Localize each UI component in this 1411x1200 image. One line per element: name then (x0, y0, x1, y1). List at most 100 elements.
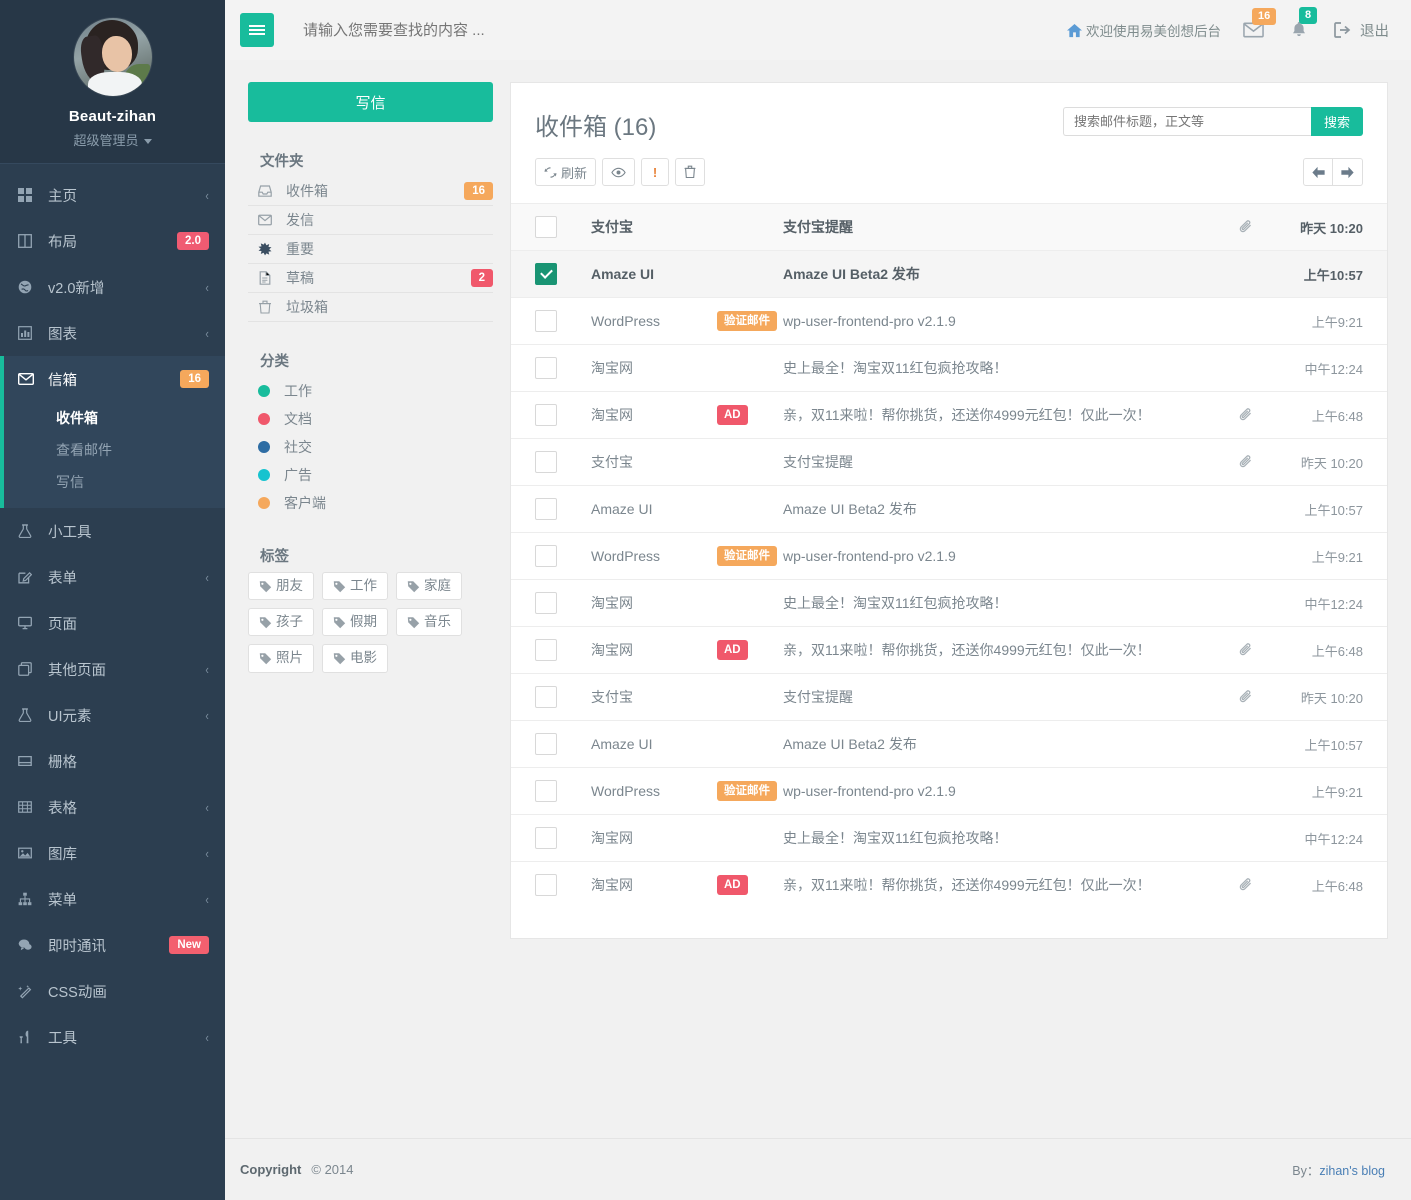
folder-item-3[interactable]: 草稿 2 (248, 264, 493, 293)
sidebar-item-2[interactable]: v2.0新增 ‹ (0, 264, 225, 310)
sidebar-subitem-0[interactable]: 收件箱 (0, 402, 225, 434)
mark-important-button[interactable]: ! (641, 158, 670, 186)
sidebar-item-0[interactable]: 主页 ‹ (0, 172, 225, 218)
chevron-left-icon: ‹ (205, 799, 209, 815)
mail-row-checkbox[interactable] (535, 827, 557, 849)
mail-row-checkbox[interactable] (535, 686, 557, 708)
sidebar-item-7[interactable]: 页面 (0, 600, 225, 646)
tag-item-1[interactable]: 工作 (322, 572, 388, 601)
messages-button[interactable]: 16 (1243, 8, 1277, 38)
welcome-message: 欢迎使用易美创想后台 (1067, 20, 1221, 40)
grid-layout-icon (18, 754, 40, 768)
sidebar-item-1[interactable]: 布局 2.0 (0, 218, 225, 264)
category-item-4[interactable]: 客户端 (248, 489, 493, 517)
category-item-2[interactable]: 社交 (248, 433, 493, 461)
mail-row[interactable]: WordPress 验证邮件 wp-user-frontend-pro v2.1.9… (511, 767, 1387, 814)
mail-row-checkbox[interactable] (535, 545, 557, 567)
tag-item-0[interactable]: 朋友 (248, 572, 314, 601)
compose-button[interactable]: 写信 (248, 82, 493, 122)
sidebar-item-13[interactable]: 菜单 ‹ (0, 876, 225, 922)
columns-icon (18, 234, 40, 248)
mail-row-checkbox[interactable] (535, 451, 557, 473)
mail-row-checkbox[interactable] (535, 874, 557, 896)
mail-row-checkbox[interactable] (535, 216, 557, 238)
sidebar-item-6[interactable]: 表单 ‹ (0, 554, 225, 600)
mail-row[interactable]: 淘宝网 AD 亲，双11来啦！帮你挑货，还送你4999元红包！仅此一次！ 上午6:48 (511, 391, 1387, 438)
messages-badge: 16 (1252, 8, 1277, 26)
mail-row-checkbox[interactable] (535, 498, 557, 520)
mail-subject: 史上最全！淘宝双11红包疯抢攻略！ (783, 595, 1008, 611)
mail-row[interactable]: WordPress 验证邮件 wp-user-frontend-pro v2.1.9… (511, 297, 1387, 344)
mail-row[interactable]: 支付宝 支付宝提醒 昨天 10:20 (511, 203, 1387, 250)
mail-row-checkbox[interactable] (535, 639, 557, 661)
mail-row-checkbox[interactable] (535, 733, 557, 755)
refresh-button[interactable]: 刷新 (535, 158, 597, 186)
search-input[interactable] (274, 21, 1067, 39)
tag-icon (407, 580, 420, 593)
mail-time: 中午12:24 (1304, 361, 1363, 377)
mail-row[interactable]: 淘宝网 AD 亲，双11来啦！帮你挑货，还送你4999元红包！仅此一次！ 上午6:48 (511, 861, 1387, 908)
mail-row[interactable]: Amaze UI Amaze UI Beta2 发布 上午10:57 (511, 485, 1387, 532)
tag-item-6[interactable]: 照片 (248, 644, 314, 673)
mail-sender: 淘宝网 (591, 877, 633, 893)
category-item-1[interactable]: 文档 (248, 405, 493, 433)
folder-item-1[interactable]: 发信 (248, 206, 493, 235)
mail-row[interactable]: 淘宝网 史上最全！淘宝双11红包疯抢攻略！ 中午12:24 (511, 814, 1387, 861)
folder-item-4[interactable]: 垃圾箱 (248, 293, 493, 322)
sidebar-subitem-2[interactable]: 写信 (0, 466, 225, 498)
eye-icon (611, 167, 626, 178)
logout-button[interactable]: 退出 (1334, 20, 1389, 41)
sidebar-user-block[interactable]: Beaut-zihan 超级管理员 (0, 0, 225, 164)
tag-item-2[interactable]: 家庭 (396, 572, 462, 601)
notifications-button[interactable]: 8 (1290, 7, 1318, 39)
mark-read-button[interactable] (602, 158, 636, 186)
sidebar-item-10[interactable]: 栅格 (0, 738, 225, 784)
tag-item-3[interactable]: 孩子 (248, 608, 314, 637)
sidebar-item-15[interactable]: CSS动画 (0, 968, 225, 1014)
mail-panel-header: 收件箱 (16) 搜索 刷新 (511, 83, 1387, 186)
sidebar-subitem-1[interactable]: 查看邮件 (0, 434, 225, 466)
mail-row[interactable]: 支付宝 支付宝提醒 昨天 10:20 (511, 673, 1387, 720)
sidebar-user-role[interactable]: 超级管理员 (0, 130, 225, 149)
mail-search-input[interactable] (1062, 107, 1311, 136)
mail-row[interactable]: Amaze UI Amaze UI Beta2 发布 上午10:57 (511, 720, 1387, 767)
sidebar-item-5[interactable]: 小工具 (0, 508, 225, 554)
mail-row-checkbox[interactable] (535, 404, 557, 426)
folder-item-2[interactable]: 重要 (248, 235, 493, 264)
mail-row[interactable]: Amaze UI Amaze UI Beta2 发布 上午10:57 (511, 250, 1387, 297)
mail-row[interactable]: 淘宝网 AD 亲，双11来啦！帮你挑货，还送你4999元红包！仅此一次！ 上午6:48 (511, 626, 1387, 673)
main-area: 欢迎使用易美创想后台 16 8 (225, 0, 1411, 1200)
mail-row[interactable]: 淘宝网 史上最全！淘宝双11红包疯抢攻略！ 中午12:24 (511, 579, 1387, 626)
sidebar-item-9[interactable]: UI元素 ‹ (0, 692, 225, 738)
mail-search-button[interactable]: 搜索 (1310, 107, 1363, 136)
tag-item-5[interactable]: 音乐 (396, 608, 462, 637)
mail-attachment-cell (1233, 643, 1259, 657)
next-page-button[interactable] (1333, 158, 1363, 186)
sidebar-submenu: 收件箱 查看邮件 写信 (0, 402, 225, 508)
sidebar-item-8[interactable]: 其他页面 ‹ (0, 646, 225, 692)
mail-row-checkbox[interactable] (535, 780, 557, 802)
sidebar-item-4[interactable]: 信箱 16 (0, 356, 225, 402)
sidebar-item-11[interactable]: 表格 ‹ (0, 784, 225, 830)
mail-row-checkbox[interactable] (535, 592, 557, 614)
author-link[interactable]: zihan's blog (1319, 1164, 1385, 1178)
sidebar-item-12[interactable]: 图库 ‹ (0, 830, 225, 876)
delete-button[interactable] (675, 158, 706, 186)
mail-row[interactable]: WordPress 验证邮件 wp-user-frontend-pro v2.1.9… (511, 532, 1387, 579)
mail-row-checkbox[interactable] (535, 310, 557, 332)
mail-row[interactable]: 淘宝网 史上最全！淘宝双11红包疯抢攻略！ 中午12:24 (511, 344, 1387, 391)
mail-row-checkbox[interactable] (535, 263, 557, 285)
folder-item-0[interactable]: 收件箱 16 (248, 177, 493, 206)
sidebar-item-14[interactable]: 即时通讯 New (0, 922, 225, 968)
sidebar-item-16[interactable]: 工具 ‹ (0, 1014, 225, 1060)
category-label: 社交 (284, 439, 312, 455)
category-item-3[interactable]: 广告 (248, 461, 493, 489)
tag-item-4[interactable]: 假期 (322, 608, 388, 637)
mail-row-checkbox[interactable] (535, 357, 557, 379)
tag-item-7[interactable]: 电影 (322, 644, 388, 673)
prev-page-button[interactable] (1303, 158, 1333, 186)
hamburger-icon[interactable] (240, 13, 274, 47)
mail-row[interactable]: 支付宝 支付宝提醒 昨天 10:20 (511, 438, 1387, 485)
category-item-0[interactable]: 工作 (248, 377, 493, 405)
sidebar-item-3[interactable]: 图表 ‹ (0, 310, 225, 356)
